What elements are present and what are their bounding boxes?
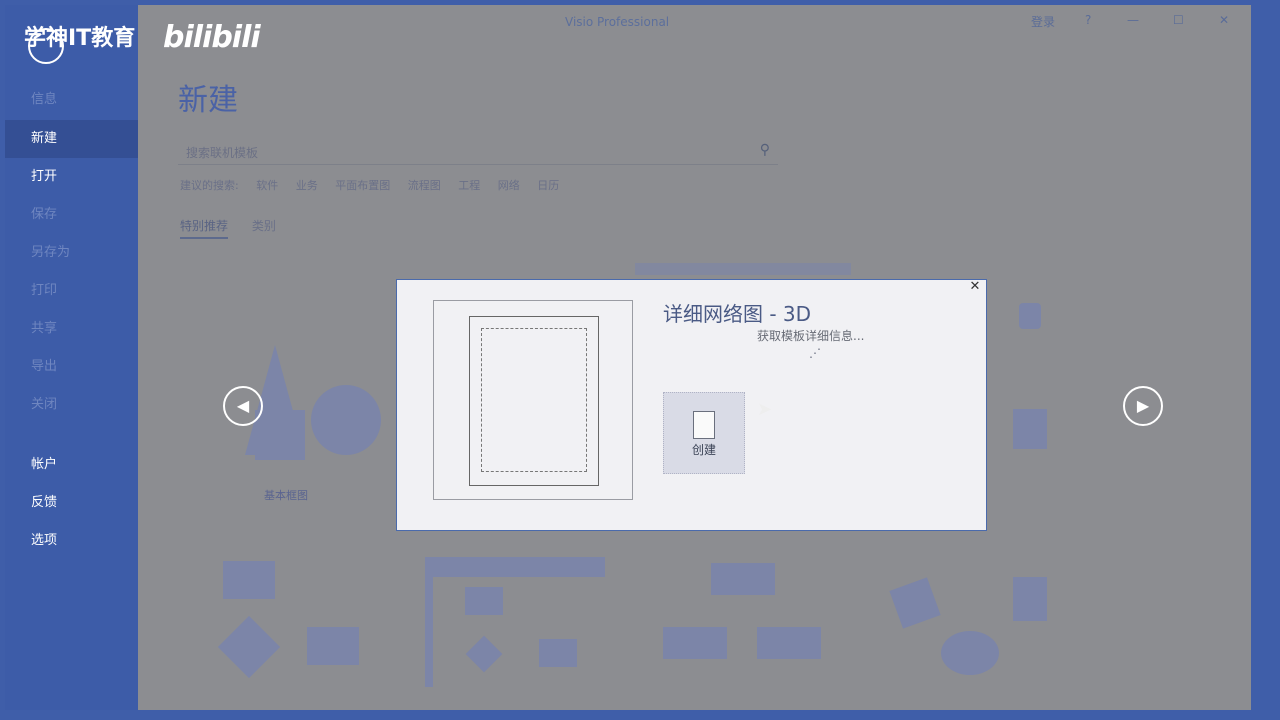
template-thumb-strip <box>635 263 851 275</box>
visio-window: 信息 新建 打开 保存 另存为 打印 共享 导出 关闭 帐户 反馈 选项 Vis… <box>5 5 1251 710</box>
circle-shape <box>311 385 381 455</box>
square-shape <box>255 410 305 460</box>
suggested-searches: 建议的搜索: 软件 业务 平面布置图 流程图 工程 网络 日历 <box>180 177 573 193</box>
search-placeholder: 搜索联机模板 <box>186 146 259 160</box>
sidebar-item-share[interactable]: 共享 <box>5 310 138 348</box>
sidebar-item-open[interactable]: 打开 <box>5 158 138 196</box>
suggested-link[interactable]: 流程图 <box>408 179 441 192</box>
flow-diamond <box>217 615 281 679</box>
minimize-button[interactable]: — <box>1127 13 1139 27</box>
loading-spinner-icon: ⋰ <box>809 346 821 360</box>
carousel-prev-button[interactable]: ◀ <box>223 386 263 426</box>
screen-frame: 信息 新建 打开 保存 另存为 打印 共享 导出 关闭 帐户 反馈 选项 Vis… <box>0 0 1280 720</box>
create-button[interactable]: 创建 <box>663 392 745 474</box>
org-box <box>663 627 727 659</box>
loading-status: 获取模板详细信息... <box>757 329 865 343</box>
dialog-close-button[interactable]: ✕ <box>966 279 984 297</box>
sidebar-item-close[interactable]: 关闭 <box>5 386 138 424</box>
page-margin-guide <box>481 328 587 472</box>
lane-box <box>539 639 577 667</box>
tab-categories[interactable]: 类别 <box>252 219 276 237</box>
shield-icon <box>1019 303 1041 329</box>
flow-box <box>307 627 359 665</box>
swimlane-header <box>425 557 605 577</box>
backstage-sidebar: 信息 新建 打开 保存 另存为 打印 共享 导出 关闭 帐户 反馈 选项 <box>5 5 138 710</box>
create-label: 创建 <box>691 443 716 457</box>
template-preview-dialog: ✕ 详细网络图 - 3D 获取模板详细信息... ⋰ 创建 <box>396 279 987 531</box>
maximize-button[interactable]: ☐ <box>1173 13 1184 27</box>
page-title: 新建 <box>178 83 238 118</box>
page-outline <box>469 316 599 486</box>
suggested-link[interactable]: 工程 <box>458 179 480 192</box>
suggested-label: 建议的搜索: <box>180 179 239 192</box>
sidebar-item-account[interactable]: 帐户 <box>5 446 138 484</box>
swimlane-side <box>425 557 433 687</box>
lane-diamond <box>465 635 503 673</box>
sidebar-item-feedback[interactable]: 反馈 <box>5 484 138 522</box>
search-icon[interactable]: ⚲ <box>760 142 770 158</box>
suggested-link[interactable]: 日历 <box>537 179 559 192</box>
template-label: 基本框图 <box>264 489 308 502</box>
printer-shape <box>889 577 941 629</box>
dialog-title: 详细网络图 - 3D <box>663 302 812 326</box>
org-box <box>757 627 821 659</box>
new-document-icon <box>693 411 715 439</box>
login-link[interactable]: 登录 <box>1031 13 1055 30</box>
suggested-link[interactable]: 平面布置图 <box>335 179 390 192</box>
sidebar-item-export[interactable]: 导出 <box>5 348 138 386</box>
lane-box <box>465 587 503 615</box>
watermark-brand: 学神IT教育 <box>24 26 136 51</box>
close-window-button[interactable]: ✕ <box>1219 13 1229 27</box>
tab-featured[interactable]: 特别推荐 <box>180 219 229 239</box>
disk-shape <box>941 631 999 675</box>
sidebar-item-saveas[interactable]: 另存为 <box>5 234 138 272</box>
sidebar-item-print[interactable]: 打印 <box>5 272 138 310</box>
sidebar-item-new[interactable]: 新建 <box>5 120 138 158</box>
template-search-input[interactable]: 搜索联机模板 ⚲ <box>178 137 778 165</box>
carousel-next-button[interactable]: ▶ <box>1123 386 1163 426</box>
template-preview-image <box>433 300 633 500</box>
server-icon <box>1013 409 1047 449</box>
sidebar-item-options[interactable]: 选项 <box>5 522 138 560</box>
suggested-link[interactable]: 软件 <box>256 179 278 192</box>
window-title: Visio Professional <box>565 15 670 29</box>
watermark-site: bilibili <box>163 20 261 55</box>
sidebar-item-info[interactable]: 信息 <box>5 81 138 119</box>
mouse-cursor-icon: ➤ <box>757 399 773 420</box>
flow-box <box>223 561 275 599</box>
sidebar-item-save[interactable]: 保存 <box>5 196 138 234</box>
template-tabs: 特别推荐 类别 <box>180 217 296 239</box>
help-button[interactable]: ? <box>1085 13 1091 27</box>
suggested-link[interactable]: 网络 <box>498 179 520 192</box>
org-box <box>711 563 775 595</box>
suggested-link[interactable]: 业务 <box>296 179 318 192</box>
server-shape <box>1013 577 1047 621</box>
